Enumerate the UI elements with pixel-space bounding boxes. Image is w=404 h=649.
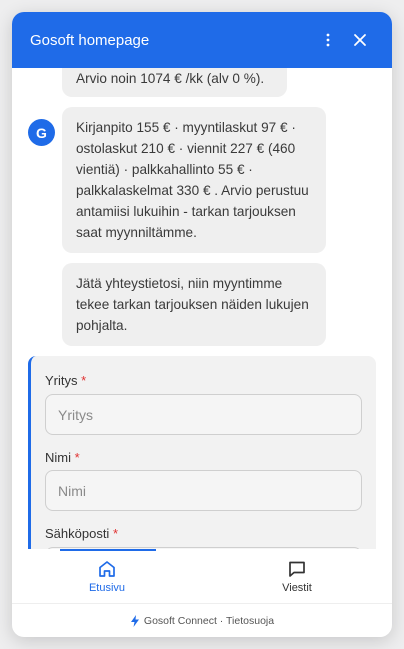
powered-by-footer: Gosoft Connect · Tietosuoja [12, 604, 392, 637]
more-vertical-icon [326, 33, 330, 47]
chat-message: Arvio noin 1074 € /kk (alv 0 %). [62, 68, 287, 97]
chat-message: Jätä yhteystietosi, niin myyntimme tekee… [62, 263, 326, 346]
contact-form: Yritys * Nimi * Sähköposti * [28, 356, 376, 561]
name-label-text: Nimi [45, 450, 71, 465]
required-mark: * [74, 450, 80, 465]
company-label: Yritys * [45, 373, 86, 388]
lightning-icon [130, 614, 139, 627]
chat-widget: Gosoft homepage Arvio noin 1074 € /kk (a… [12, 12, 392, 637]
header-title: Gosoft homepage [30, 31, 150, 49]
nav-label-messages: Viestit [282, 581, 312, 594]
chat-area[interactable]: Arvio noin 1074 € /kk (alv 0 %). G Kirja… [12, 68, 392, 561]
required-mark: * [112, 526, 119, 541]
close-button[interactable] [346, 26, 374, 54]
nav-item-home[interactable]: Etusivu [12, 549, 202, 603]
required-mark: * [81, 373, 87, 388]
email-label-text: Sähköposti [45, 526, 110, 541]
more-options-button[interactable] [314, 26, 342, 54]
bot-avatar: G [28, 119, 55, 146]
name-input[interactable] [45, 470, 362, 511]
bottom-nav: Etusivu Viestit [12, 549, 392, 604]
email-label: Sähköposti * [45, 526, 118, 541]
company-label-text: Yritys [45, 373, 78, 388]
message-icon [289, 561, 305, 577]
company-input[interactable] [45, 394, 362, 435]
chat-message: Kirjanpito 155 € · myyntilaskut 97 € · o… [62, 107, 326, 253]
home-icon [99, 560, 115, 577]
name-label: Nimi * [45, 450, 80, 465]
widget-header: Gosoft homepage [12, 12, 392, 68]
nav-item-messages[interactable]: Viestit [202, 549, 392, 603]
footer-text[interactable]: Gosoft Connect · Tietosuoja [144, 615, 274, 627]
active-tab-indicator [60, 549, 156, 551]
nav-label-home: Etusivu [88, 581, 126, 594]
close-icon [354, 34, 366, 46]
